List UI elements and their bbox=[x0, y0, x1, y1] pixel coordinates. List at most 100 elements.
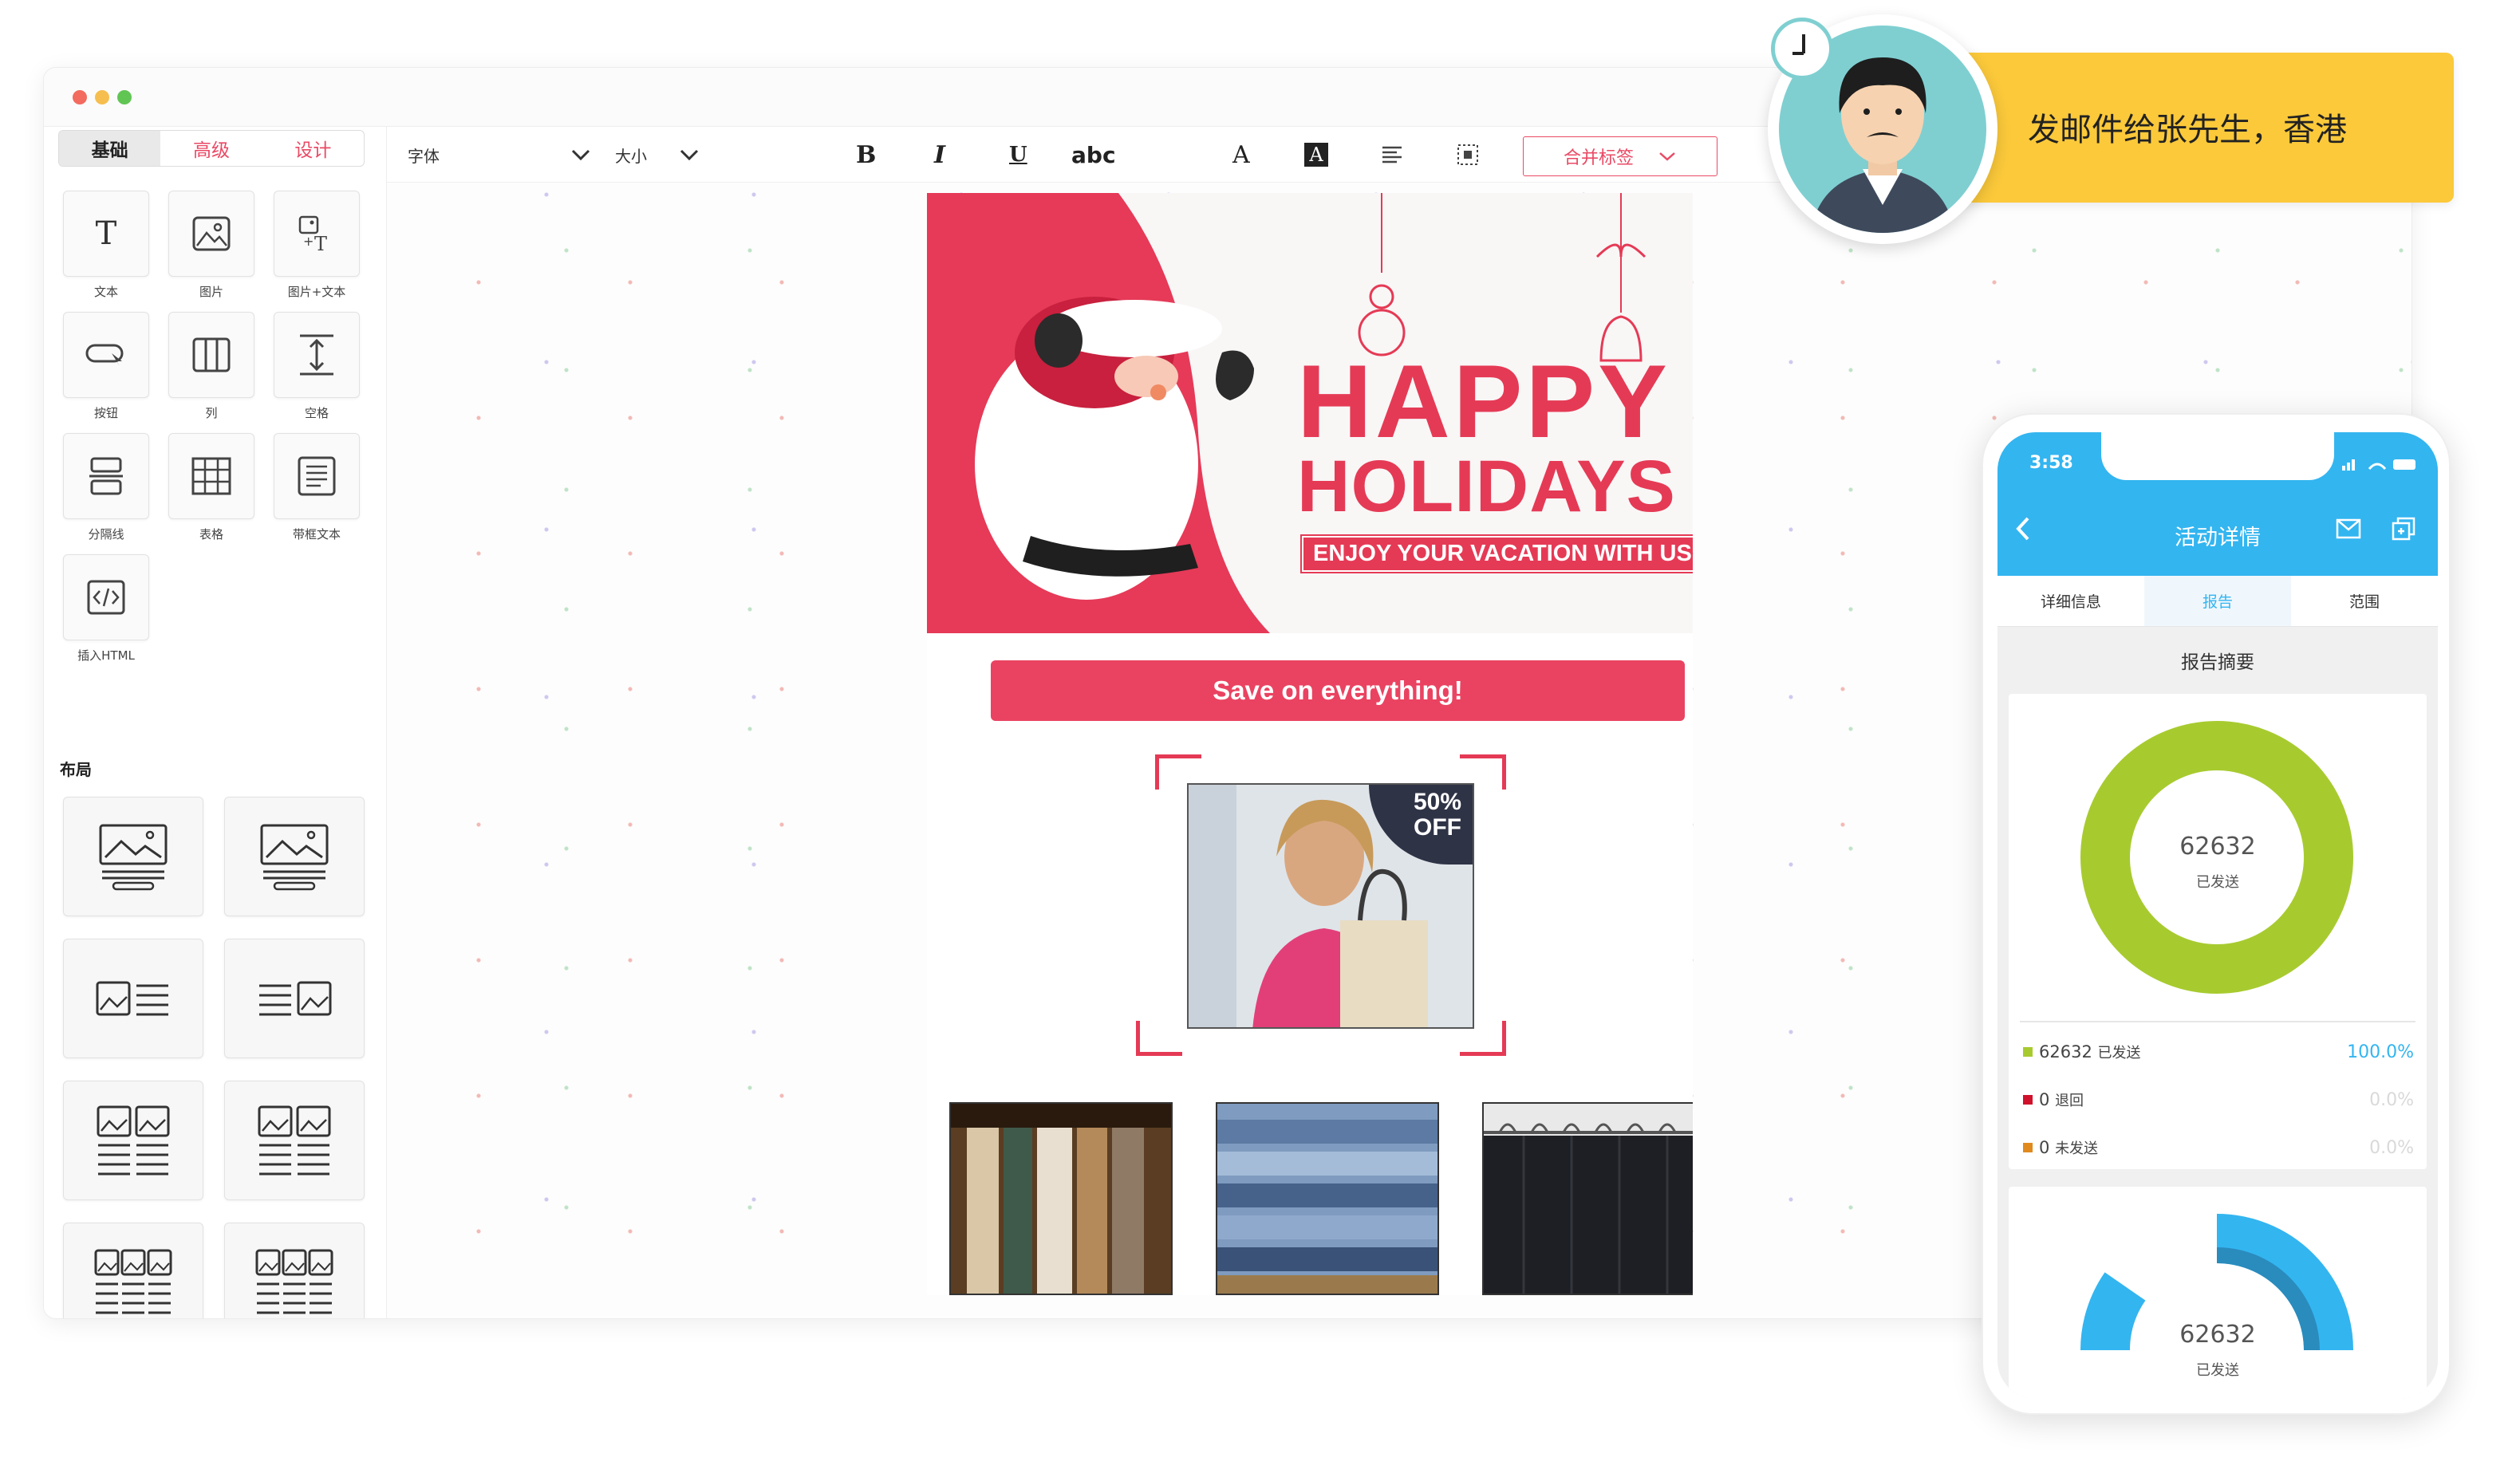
tab-details[interactable]: 详细信息 bbox=[1997, 576, 2144, 626]
mobile-device: 3:58 活动详情 详细信息 报告 范围 报告摘要 62632 已发送 6263… bbox=[1982, 413, 2451, 1415]
clock-icon bbox=[1771, 18, 1833, 80]
tool-button[interactable]: 按钮 bbox=[63, 312, 149, 421]
button-icon bbox=[85, 344, 124, 366]
mail-icon[interactable] bbox=[2336, 518, 2361, 539]
second-donut-label: 已发送 bbox=[2196, 1362, 2239, 1379]
stat-percent: 0.0% bbox=[2369, 1137, 2414, 1158]
image-text-icon: T+ bbox=[298, 215, 327, 254]
layout-three-columns-2[interactable] bbox=[224, 1223, 365, 1318]
select-all-icon bbox=[1457, 144, 1478, 165]
tool-label: 图片+文本 bbox=[287, 285, 346, 299]
layout-three-columns-icon bbox=[94, 1249, 172, 1314]
tool-image[interactable]: 图片 bbox=[168, 191, 254, 300]
second-report-card: 62632 已发送 bbox=[2009, 1187, 2427, 1399]
tool-spacer[interactable]: 空格 bbox=[274, 312, 360, 421]
size-select-label: 大小 bbox=[615, 146, 647, 166]
font-size-select[interactable]: 大小 bbox=[615, 127, 700, 183]
layout-section-title: 布局 bbox=[60, 760, 92, 779]
layout-three-columns-icon bbox=[255, 1249, 333, 1314]
stat-count: 0 bbox=[2039, 1090, 2050, 1109]
clear-format-button[interactable] bbox=[1456, 127, 1480, 183]
layout-image-text-stacked-2[interactable] bbox=[224, 797, 365, 916]
layout-image-left-text[interactable] bbox=[63, 939, 203, 1058]
divider bbox=[2020, 1021, 2415, 1022]
tool-label: 空格 bbox=[304, 406, 329, 420]
app-tabs: 详细信息 报告 范围 bbox=[1997, 576, 2438, 627]
tool-boxed-text[interactable]: 带框文本 bbox=[274, 433, 360, 542]
tool-text[interactable]: T 文本 bbox=[63, 191, 149, 300]
tool-html[interactable]: 插入HTML bbox=[63, 554, 149, 664]
tagline[interactable]: ENJOY YOUR VACATION WITH US bbox=[1300, 534, 1693, 573]
font-select-label: 字体 bbox=[408, 146, 440, 166]
tab-basic[interactable]: 基础 bbox=[59, 131, 161, 166]
layout-image-top-icon bbox=[99, 824, 168, 891]
product-image[interactable]: 50% OFF bbox=[1187, 783, 1474, 1029]
holiday-hero-banner[interactable]: HAPPY HOLIDAYS ENJOY YOUR VACATION WITH … bbox=[927, 193, 1693, 633]
merge-tags-label: 合并标签 bbox=[1563, 148, 1634, 168]
save-on-everything-button[interactable]: Save on everything! bbox=[991, 660, 1685, 721]
app-title: 活动详情 bbox=[2175, 526, 2261, 550]
layout-image-text-stacked[interactable] bbox=[63, 797, 203, 916]
santa-illustration bbox=[927, 193, 1270, 633]
tool-label: 列 bbox=[205, 406, 218, 420]
minimize-window-dot[interactable] bbox=[95, 90, 109, 104]
layout-three-columns[interactable] bbox=[63, 1223, 203, 1318]
layout-two-columns-2[interactable] bbox=[224, 1081, 365, 1200]
tool-image-text[interactable]: T + 图片+文本 bbox=[274, 191, 360, 300]
layout-image-top-icon bbox=[260, 824, 329, 891]
phone-notch bbox=[2101, 432, 2334, 480]
spacer-icon bbox=[300, 334, 333, 376]
email-template[interactable]: HAPPY HOLIDAYS ENJOY YOUR VACATION WITH … bbox=[927, 193, 1693, 1295]
stat-row-unsent: 0 未发送 0.0% bbox=[2023, 1124, 2414, 1171]
layout-image-right-icon bbox=[259, 981, 332, 1016]
layout-two-columns[interactable] bbox=[63, 1081, 203, 1200]
report-card: 62632 已发送 62632 已发送 100.0% 0 退回 0.0% 0 未… bbox=[2009, 694, 2427, 1169]
app-header: 3:58 活动详情 bbox=[1997, 432, 2438, 576]
frame-corner bbox=[1136, 1021, 1182, 1056]
banner-text: 发邮件给张先生，香港 bbox=[2028, 112, 2347, 148]
tab-advanced[interactable]: 高级 bbox=[160, 131, 262, 166]
tab-design[interactable]: 设计 bbox=[262, 131, 364, 166]
html-icon bbox=[87, 580, 125, 615]
layout-image-left-icon bbox=[96, 981, 168, 1016]
boxed-text-icon bbox=[298, 456, 336, 496]
second-donut-value: 62632 bbox=[2179, 1321, 2256, 1349]
sidebar: 基础 高级 设计 T 文本 图片 T + 图片+文本 按钮 列 空格 分隔线 表… bbox=[44, 127, 387, 1318]
tab-scope[interactable]: 范围 bbox=[2291, 576, 2438, 626]
thumbnail-clothes-rack[interactable] bbox=[949, 1102, 1173, 1295]
strikethrough-button[interactable]: abc bbox=[1071, 127, 1116, 183]
layout-text-image-right[interactable] bbox=[224, 939, 365, 1058]
headline-happy[interactable]: HAPPY bbox=[1297, 349, 1670, 453]
svg-text:T: T bbox=[314, 233, 327, 254]
tool-label: 按钮 bbox=[93, 406, 118, 420]
stat-percent: 100.0% bbox=[2347, 1042, 2414, 1062]
align-button[interactable] bbox=[1381, 127, 1403, 183]
tool-columns[interactable]: 列 bbox=[168, 312, 254, 421]
stat-count: 0 bbox=[2039, 1138, 2050, 1157]
merge-tags-select[interactable]: 合并标签 bbox=[1523, 136, 1717, 176]
font-color-button[interactable]: A bbox=[1232, 127, 1250, 183]
thumbnail-shirts[interactable] bbox=[1482, 1102, 1693, 1295]
tool-label: 表格 bbox=[199, 527, 223, 542]
background-color-button[interactable]: A bbox=[1304, 127, 1328, 183]
legend-swatch bbox=[2023, 1095, 2033, 1105]
headline-holidays[interactable]: HOLIDAYS bbox=[1297, 450, 1676, 523]
tool-table[interactable]: 表格 bbox=[168, 433, 254, 542]
underline-button[interactable]: U bbox=[1009, 127, 1027, 183]
table-icon bbox=[191, 457, 231, 495]
bold-button[interactable]: B bbox=[856, 127, 876, 183]
maximize-window-dot[interactable] bbox=[117, 90, 132, 104]
close-window-dot[interactable] bbox=[73, 90, 87, 104]
tool-label: 图片 bbox=[199, 285, 223, 299]
tab-report[interactable]: 报告 bbox=[2144, 576, 2291, 626]
tool-divider[interactable]: 分隔线 bbox=[63, 433, 149, 542]
font-family-select[interactable]: 字体 bbox=[408, 127, 591, 183]
copy-icon[interactable] bbox=[2392, 517, 2415, 541]
mobile-screen: 3:58 活动详情 详细信息 报告 范围 报告摘要 62632 已发送 6263… bbox=[1997, 432, 2438, 1399]
stat-label: 退回 bbox=[2055, 1093, 2084, 1109]
thumbnail-jeans[interactable] bbox=[1216, 1102, 1439, 1295]
italic-button[interactable]: I bbox=[934, 127, 945, 183]
notification-banner: 发邮件给张先生，香港 bbox=[1924, 53, 2454, 203]
shirts-hangers-photo bbox=[1484, 1104, 1693, 1294]
tool-label: 带框文本 bbox=[292, 527, 341, 542]
